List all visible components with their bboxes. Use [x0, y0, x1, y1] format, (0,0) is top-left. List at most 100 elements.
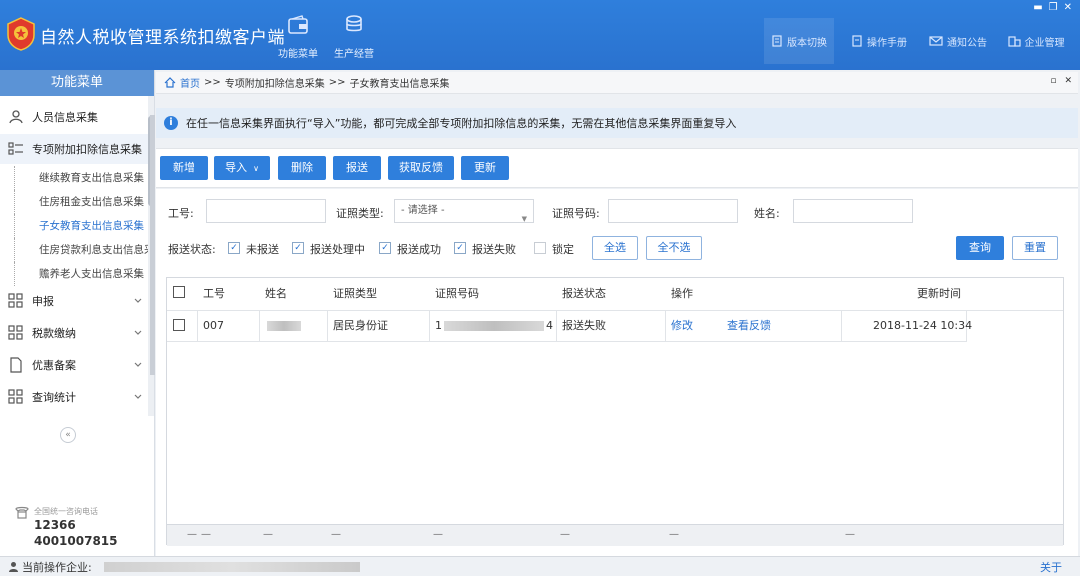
sidebar-sub-housing-rent[interactable]: 住房租金支出信息采集 — [14, 190, 148, 214]
nav-manual[interactable]: 操作手册 — [840, 18, 918, 64]
sidebar-item-tax-payment[interactable]: 税款缴纳 — [0, 318, 148, 348]
query-button[interactable]: 查询 — [956, 236, 1004, 260]
tab-controls: ▫ ✕ — [1050, 76, 1072, 86]
top-nav-production[interactable]: 生产经营 — [326, 14, 382, 60]
import-notice: i 在任一信息采集界面执行“导入”功能，都可完成全部专项附加扣除信息的采集，无需… — [156, 108, 1078, 138]
row-checkbox[interactable] — [173, 319, 185, 331]
breadcrumb-sep: >> — [204, 77, 221, 88]
id-no-label: 证照号码: — [552, 207, 600, 220]
id-no-input[interactable] — [608, 199, 738, 223]
restore-button[interactable]: ❐ — [1049, 2, 1058, 13]
cell-emp-no: 007 — [203, 319, 224, 332]
status-processing-label: 报送处理中 — [310, 243, 365, 256]
col-header-id-no[interactable]: 证照号码 — [435, 278, 479, 310]
info-icon: i — [164, 116, 178, 130]
id-type-label: 证照类型: — [336, 207, 384, 220]
top-nav-label: 功能菜单 — [278, 49, 318, 60]
phone-icon — [15, 506, 29, 519]
update-button[interactable]: 更新 — [461, 156, 509, 180]
edit-link[interactable]: 修改 — [671, 310, 693, 342]
name-label: 姓名: — [754, 207, 780, 220]
emp-no-label: 工号: — [168, 207, 194, 220]
submit-button[interactable]: 报送 — [333, 156, 381, 180]
hotline-label: 全国统一咨询电话 — [34, 507, 98, 516]
restore-tab-button[interactable]: ▫ — [1050, 76, 1056, 86]
sidebar-sub-housing-loan[interactable]: 住房贷款利息支出信息采 — [14, 238, 148, 262]
nav-notice[interactable]: 通知公告 — [920, 18, 996, 64]
breadcrumb-level2: 子女教育支出信息采集 — [349, 79, 450, 90]
close-tab-button[interactable]: ✕ — [1064, 76, 1072, 86]
status-locked-checkbox[interactable] — [534, 242, 546, 254]
nav-enterprise[interactable]: 企业管理 — [998, 18, 1074, 64]
status-bar: 当前操作企业: 关于 — [0, 556, 1080, 576]
status-processing-checkbox[interactable]: ✓ — [292, 242, 304, 254]
status-failed-checkbox[interactable]: ✓ — [454, 242, 466, 254]
nav-version-switch[interactable]: 版本切换 — [764, 18, 834, 64]
delete-button[interactable]: 删除 — [278, 156, 326, 180]
sidebar-item-query-stats[interactable]: 查询统计 — [0, 382, 148, 412]
close-window-button[interactable]: ✕ — [1064, 2, 1072, 13]
minimize-button[interactable]: ▬ — [1033, 2, 1042, 13]
table-footer: — — — — — — — — — [167, 524, 1063, 546]
select-all-rows-checkbox[interactable] — [173, 286, 185, 298]
hotline-number-1: 12366 — [34, 518, 76, 532]
col-header-emp-no[interactable]: 工号 — [203, 278, 225, 310]
get-feedback-button[interactable]: 获取反馈 — [388, 156, 454, 180]
select-none-button[interactable]: 全不选 — [646, 236, 702, 260]
cell-name — [267, 310, 301, 342]
app-title: 自然人税收管理系统扣缴客户端 — [40, 28, 285, 48]
toolbar: 新增 导入 ∨ 删除 报送 获取反馈 更新 — [156, 148, 1078, 188]
chevron-down-icon: ∨ — [253, 164, 259, 173]
import-button[interactable]: 导入 ∨ — [214, 156, 270, 180]
col-header-status[interactable]: 报送状态 — [562, 278, 606, 310]
table-row[interactable]: 007 居民身份证 14 报送失败 修改 查看反馈 2018-11-24 10:… — [167, 310, 972, 342]
view-feedback-link[interactable]: 查看反馈 — [727, 310, 771, 342]
breadcrumb: 首页 >> 专项附加扣除信息采集 >> 子女教育支出信息采集 ▫ ✕ — [156, 72, 1078, 94]
building-icon — [1007, 36, 1021, 47]
sidebar-sub-continuing-education[interactable]: 继续教育支出信息采集 — [14, 166, 148, 190]
emp-no-input[interactable] — [206, 199, 326, 223]
id-type-select[interactable]: - 请选择 - ▼ — [394, 199, 534, 223]
col-header-id-type[interactable]: 证照类型 — [333, 278, 377, 310]
chevron-down-icon: ▼ — [521, 215, 527, 223]
sidebar-title: 功能菜单 — [0, 70, 154, 96]
about-link[interactable]: 关于 — [1040, 559, 1062, 575]
chevron-down-icon — [134, 330, 142, 335]
document-icon — [772, 35, 782, 47]
sidebar-item-person-info[interactable]: 人员信息采集 — [0, 102, 148, 132]
cell-id-no: 14 — [435, 319, 553, 332]
col-header-operation: 操作 — [671, 287, 693, 300]
chevron-down-icon — [134, 298, 142, 303]
wallet-icon — [288, 15, 308, 34]
main-scrollbar[interactable] — [150, 115, 155, 375]
status-locked-label: 锁定 — [552, 243, 574, 256]
select-all-button[interactable]: 全选 — [592, 236, 638, 260]
user-icon — [9, 562, 18, 572]
sidebar: 功能菜单 人员信息采集 专项附加扣除信息采集 继续教育支出信息采集 住房租金支出… — [0, 70, 155, 556]
sidebar-sub-children-education[interactable]: 子女教育支出信息采集 — [14, 214, 148, 238]
col-header-name[interactable]: 姓名 — [265, 278, 287, 310]
sidebar-sub-elderly-support[interactable]: 赡养老人支出信息采集 — [14, 262, 148, 286]
sidebar-item-declare[interactable]: 申报 — [0, 286, 148, 316]
current-enterprise-label: 当前操作企业: — [22, 561, 92, 574]
reset-button[interactable]: 重置 — [1012, 236, 1058, 260]
top-nav-function-menu[interactable]: 功能菜单 — [270, 14, 326, 60]
top-header: 自然人税收管理系统扣缴客户端 功能菜单 生产经营 版本切换 操作手册 通知公告 … — [0, 0, 1080, 70]
status-success-checkbox[interactable]: ✓ — [379, 242, 391, 254]
status-success-label: 报送成功 — [397, 243, 441, 256]
sidebar-item-special-deduction[interactable]: 专项附加扣除信息采集 — [0, 134, 148, 164]
mail-icon — [929, 36, 943, 46]
grid-icon — [8, 293, 23, 308]
breadcrumb-home[interactable]: 首页 — [180, 75, 200, 90]
add-button[interactable]: 新增 — [160, 156, 208, 180]
sidebar-item-preferential-filing[interactable]: 优惠备案 — [0, 350, 148, 380]
breadcrumb-level1[interactable]: 专项附加扣除信息采集 — [225, 75, 325, 90]
book-icon — [852, 35, 862, 47]
redacted-name — [267, 321, 301, 331]
col-header-updated[interactable]: 更新时间 — [917, 278, 961, 310]
status-unsubmitted-checkbox[interactable]: ✓ — [228, 242, 240, 254]
chevron-up-icon — [134, 147, 142, 152]
grid-icon — [8, 325, 23, 340]
name-input[interactable] — [793, 199, 913, 223]
collapse-sidebar-button[interactable]: « — [60, 427, 76, 443]
